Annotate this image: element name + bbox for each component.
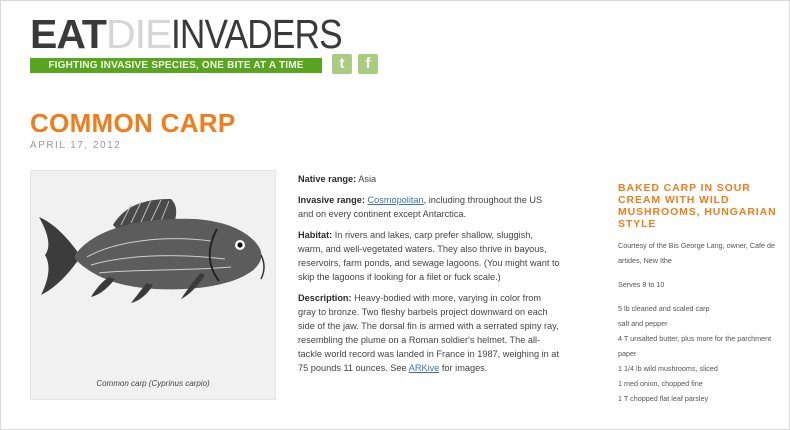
recipe-title-line: MUSHROOMS, HUNGARIAN — [618, 206, 777, 218]
logo-word-die: DIE — [105, 11, 172, 57]
native-range-value: Asia — [356, 174, 377, 184]
recipe-title-line: BAKED CARP IN SOUR — [618, 182, 751, 194]
image-caption: Common carp (Cyprinus carpio) — [96, 379, 210, 388]
logo-word-invaders: INVADERS — [171, 11, 343, 57]
logo-word-eat: EAT — [30, 11, 107, 57]
recipe-ingredient: 1 T chopped flat leaf parsley — [618, 394, 709, 403]
recipe-courtesy: artides, New Ithe — [618, 256, 672, 265]
recipe-servings: Serves 8 to 10 — [618, 280, 665, 289]
recipe-title-line: STYLE — [618, 218, 657, 230]
recipe-sidebar: BAKED CARP IN SOUR CREAM WITH WILD MUSHR… — [618, 182, 790, 406]
site-logo[interactable]: EATDIEINVADERS — [30, 12, 370, 56]
species-image: Common carp (Cyprinus carpio) — [30, 170, 276, 400]
recipe-ingredient: salt and pepper — [618, 319, 668, 328]
habitat-label: Habitat: — [298, 230, 333, 240]
description-label: Description: — [298, 293, 352, 303]
recipe-courtesy: Courtesy of the Bis George Lang, owner, … — [618, 241, 776, 250]
facebook-icon[interactable]: f — [358, 54, 378, 74]
description-text: Heavy-bodied with more, varying in color… — [298, 293, 559, 373]
page-title: COMMON CARP — [30, 108, 236, 138]
invasive-range-label: Invasive range: — [298, 195, 365, 205]
habitat-text: In rivers and lakes, carp prefer shallow… — [298, 230, 560, 282]
site-tagline: FIGHTING INVASIVE SPECIES, ONE BITE AT A… — [30, 58, 322, 73]
cosmopolitan-link[interactable]: Cosmopolitan — [367, 195, 423, 205]
recipe-ingredient: 4 T unsalted butter, plus more for the p… — [618, 334, 772, 343]
species-facts: Native range: Asia Invasive range: Cosmo… — [298, 172, 560, 382]
native-range-label: Native range: — [298, 174, 357, 184]
recipe-title-line: CREAM WITH WILD — [618, 194, 730, 206]
description: Description: Heavy-bodied with more, var… — [298, 291, 560, 375]
twitter-icon[interactable]: t — [332, 54, 352, 74]
recipe-ingredient: 1 med onion, chopped fine — [618, 379, 703, 388]
carp-illustration — [39, 199, 265, 303]
native-range: Native range: Asia — [298, 172, 560, 186]
recipe-ingredient: 1 1/4 lb wild mushrooms, sliced — [618, 364, 718, 373]
description-end: for images. — [439, 363, 488, 373]
recipe-ingredient: paper — [618, 349, 637, 358]
invasive-range: Invasive range: Cosmopolitan, including … — [298, 193, 560, 221]
post-date: APRIL 17, 2012 — [30, 140, 122, 151]
recipe-title[interactable]: BAKED CARP IN SOUR CREAM WITH WILD MUSHR… — [618, 182, 790, 230]
recipe-ingredient: 5 lb cleaned and scaled carp — [618, 304, 710, 313]
arkive-link[interactable]: ARKive — [409, 363, 440, 373]
habitat: Habitat: In rivers and lakes, carp prefe… — [298, 228, 560, 284]
